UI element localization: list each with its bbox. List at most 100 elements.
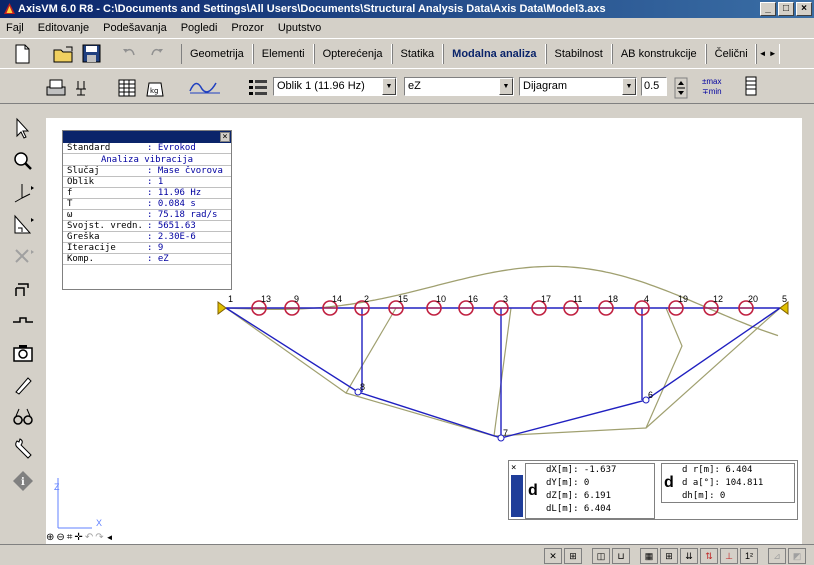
- menu-bar: Fajl Editovanje Podešavanja Pogledi Proz…: [0, 18, 814, 38]
- draw-result-icon[interactable]: [72, 77, 96, 99]
- print-icon[interactable]: [44, 77, 68, 99]
- mode-shape-icon[interactable]: [188, 75, 224, 97]
- tab-geometrija[interactable]: Geometrija: [181, 44, 253, 64]
- tab-modalna-analiza[interactable]: Modalna analiza: [443, 44, 546, 64]
- tab-scroll-arrows[interactable]: ◄ ►: [755, 44, 780, 64]
- info-row-slucaj: Slučaj: Mase čvorova: [63, 166, 231, 177]
- view-axes-icon[interactable]: [10, 180, 36, 206]
- readout-dy: dY[m]: 0: [546, 478, 590, 488]
- info-row-period: T: 0.084 s: [63, 199, 231, 210]
- mass-kg-icon[interactable]: kg: [144, 77, 168, 99]
- left-toolbar: i: [0, 104, 44, 544]
- axisvm-logo-icon: [4, 3, 15, 14]
- save-icon[interactable]: [80, 43, 104, 65]
- menu-pogledi[interactable]: Pogledi: [179, 22, 220, 34]
- info-panel-close-button[interactable]: ×: [220, 132, 230, 142]
- tab-opterecenja[interactable]: Opterećenja: [313, 44, 392, 64]
- superscript-icon[interactable]: 1²: [740, 548, 758, 564]
- info-row-frequency: f: 11.96 Hz: [63, 188, 231, 199]
- chevron-down-icon[interactable]: ▼: [499, 78, 513, 95]
- legend-settings-icon[interactable]: [246, 77, 270, 99]
- info-value: : Evrokod: [147, 143, 196, 153]
- local-axes-icon[interactable]: ⊥: [720, 548, 738, 564]
- zoom-in-icon[interactable]: ⊕: [46, 532, 54, 543]
- table-icon[interactable]: [116, 77, 140, 99]
- pan-icon[interactable]: ✛: [74, 532, 82, 543]
- info-panel-header[interactable]: ×: [63, 131, 231, 143]
- tab-statika[interactable]: Statika: [391, 44, 444, 64]
- svg-text:i: i: [21, 477, 25, 488]
- mode-shape-select[interactable]: Oblik 1 (11.96 Hz) ▼: [273, 77, 397, 96]
- node-label: 7: [503, 428, 508, 438]
- max-label: max: [706, 77, 722, 86]
- z-axis-label: Z: [54, 482, 60, 492]
- frame-icon[interactable]: ⊞: [660, 548, 678, 564]
- readout-close-button[interactable]: ×: [511, 463, 516, 473]
- title-bar: AxisVM 6.0 R8 - C:\Documents and Setting…: [0, 0, 814, 18]
- info-key: Svojst. vredn.: [67, 221, 143, 231]
- reactions-icon[interactable]: ⇅: [700, 548, 718, 564]
- menu-fajl[interactable]: Fajl: [4, 22, 26, 34]
- scale-value: 0.5: [644, 80, 660, 92]
- load-arrows-icon[interactable]: ⇊: [680, 548, 698, 564]
- rotate-left-icon[interactable]: ↶: [85, 532, 93, 543]
- color-legend-icon[interactable]: [740, 75, 764, 97]
- node-icon[interactable]: ◫: [592, 548, 610, 564]
- shading-icon[interactable]: ◩: [788, 548, 806, 564]
- support-left-icon: [217, 301, 227, 315]
- grid-icon[interactable]: ⊞: [564, 548, 582, 564]
- table-grid-icon[interactable]: ▦: [640, 548, 658, 564]
- glasses-icon[interactable]: [10, 404, 36, 430]
- scroll-left-icon[interactable]: ◄: [106, 533, 114, 542]
- rotate-right-icon[interactable]: ↷: [95, 532, 103, 543]
- workplane-icon[interactable]: [10, 308, 36, 334]
- tab-elementi[interactable]: Elementi: [252, 44, 314, 64]
- undo-icon[interactable]: [118, 43, 142, 65]
- chevron-down-icon[interactable]: ▼: [622, 78, 636, 95]
- wrench-icon[interactable]: [10, 436, 36, 462]
- menu-uputstvo[interactable]: Uputstvo: [276, 22, 323, 34]
- info-key: Komp.: [67, 254, 95, 264]
- info-value: : 5651.63: [147, 221, 196, 231]
- node-label: 10: [436, 294, 446, 304]
- deformed-web-right: [493, 307, 781, 437]
- zoom-icon[interactable]: [10, 148, 36, 174]
- info-value: : 1: [147, 177, 164, 187]
- scale-input[interactable]: 0.5: [641, 77, 667, 96]
- window-title: AxisVM 6.0 R8 - C:\Documents and Setting…: [18, 3, 606, 15]
- info-icon[interactable]: i: [10, 468, 36, 494]
- minimize-button[interactable]: _: [760, 2, 776, 16]
- open-folder-icon[interactable]: [52, 43, 76, 65]
- close-button[interactable]: ×: [796, 2, 812, 16]
- snap-icon[interactable]: ⊿: [768, 548, 786, 564]
- info-row-iterations: Iteracije: 9: [63, 243, 231, 254]
- new-file-icon[interactable]: [10, 43, 34, 65]
- tab-ab-konstrukcije[interactable]: AB konstrukcije: [611, 44, 706, 64]
- node-label: 5: [782, 294, 787, 304]
- info-key: Oblik: [67, 177, 95, 187]
- chevron-down-icon[interactable]: ▼: [382, 78, 396, 95]
- redo-icon[interactable]: [144, 43, 168, 65]
- camera-icon[interactable]: [10, 340, 36, 366]
- menu-editovanje[interactable]: Editovanje: [36, 22, 91, 34]
- component-select[interactable]: eZ ▼: [404, 77, 514, 96]
- max-min-toggle[interactable]: ±max ∓min: [702, 77, 732, 99]
- info-key: f: [67, 188, 73, 198]
- tab-celicne[interactable]: Čelični: [705, 44, 756, 64]
- delete-icon[interactable]: [10, 244, 36, 270]
- restore-button[interactable]: □: [778, 2, 794, 16]
- display-mode-select[interactable]: Dijagram ▼: [519, 77, 637, 96]
- layers-icon[interactable]: [10, 276, 36, 302]
- perspective-icon[interactable]: [10, 212, 36, 238]
- menu-podesavanja[interactable]: Podešavanja: [101, 22, 169, 34]
- tab-stabilnost[interactable]: Stabilnost: [545, 44, 612, 64]
- menu-prozor[interactable]: Prozor: [229, 22, 265, 34]
- fit-view-icon[interactable]: ⌗: [67, 532, 73, 543]
- zoom-out-icon[interactable]: ⊖: [56, 532, 64, 543]
- scale-spinner-icon[interactable]: [674, 77, 688, 99]
- measure-icon[interactable]: [10, 372, 36, 398]
- pointer-icon[interactable]: [10, 116, 36, 142]
- support-icon[interactable]: ⊔: [612, 548, 630, 564]
- main-toolbar: Geometrija Elementi Opterećenja Statika …: [0, 38, 814, 68]
- cross-select-icon[interactable]: ✕: [544, 548, 562, 564]
